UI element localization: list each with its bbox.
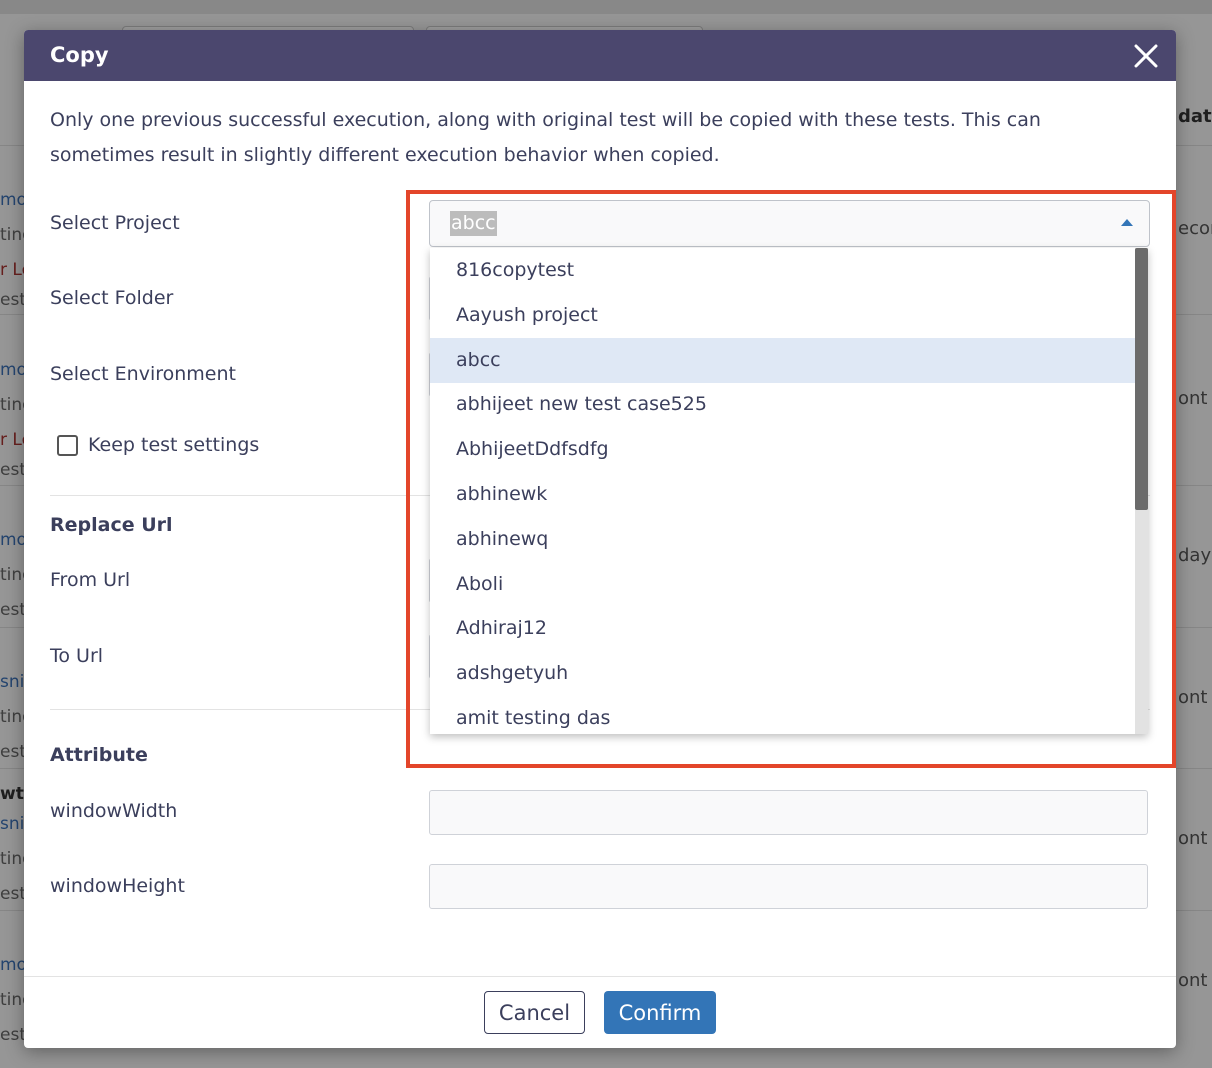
highlight-box [406, 190, 1176, 768]
keep-test-settings-label[interactable]: Keep test settings [88, 434, 259, 456]
select-folder-label: Select Folder [50, 287, 174, 309]
cancel-button[interactable]: Cancel [484, 991, 585, 1034]
window-width-input[interactable] [429, 790, 1148, 835]
select-environment-label: Select Environment [50, 363, 236, 385]
modal-description: Only one previous successful execution, … [50, 109, 1041, 166]
close-button[interactable] [1132, 42, 1160, 70]
select-project-label: Select Project [50, 212, 180, 234]
to-url-label: To Url [50, 645, 104, 667]
footer-divider [24, 976, 1176, 977]
confirm-button[interactable]: Confirm [604, 991, 716, 1034]
window-height-input[interactable] [429, 864, 1148, 909]
modal-title: Copy [50, 43, 109, 67]
replace-url-heading: Replace Url [50, 514, 173, 536]
from-url-label: From Url [50, 569, 131, 591]
close-icon [1134, 44, 1158, 68]
attribute-heading: Attribute [50, 744, 148, 766]
window-height-label: windowHeight [50, 875, 185, 897]
keep-test-settings-checkbox[interactable] [57, 435, 78, 456]
modal-header: Copy [24, 30, 1176, 81]
window-width-label: windowWidth [50, 800, 178, 822]
